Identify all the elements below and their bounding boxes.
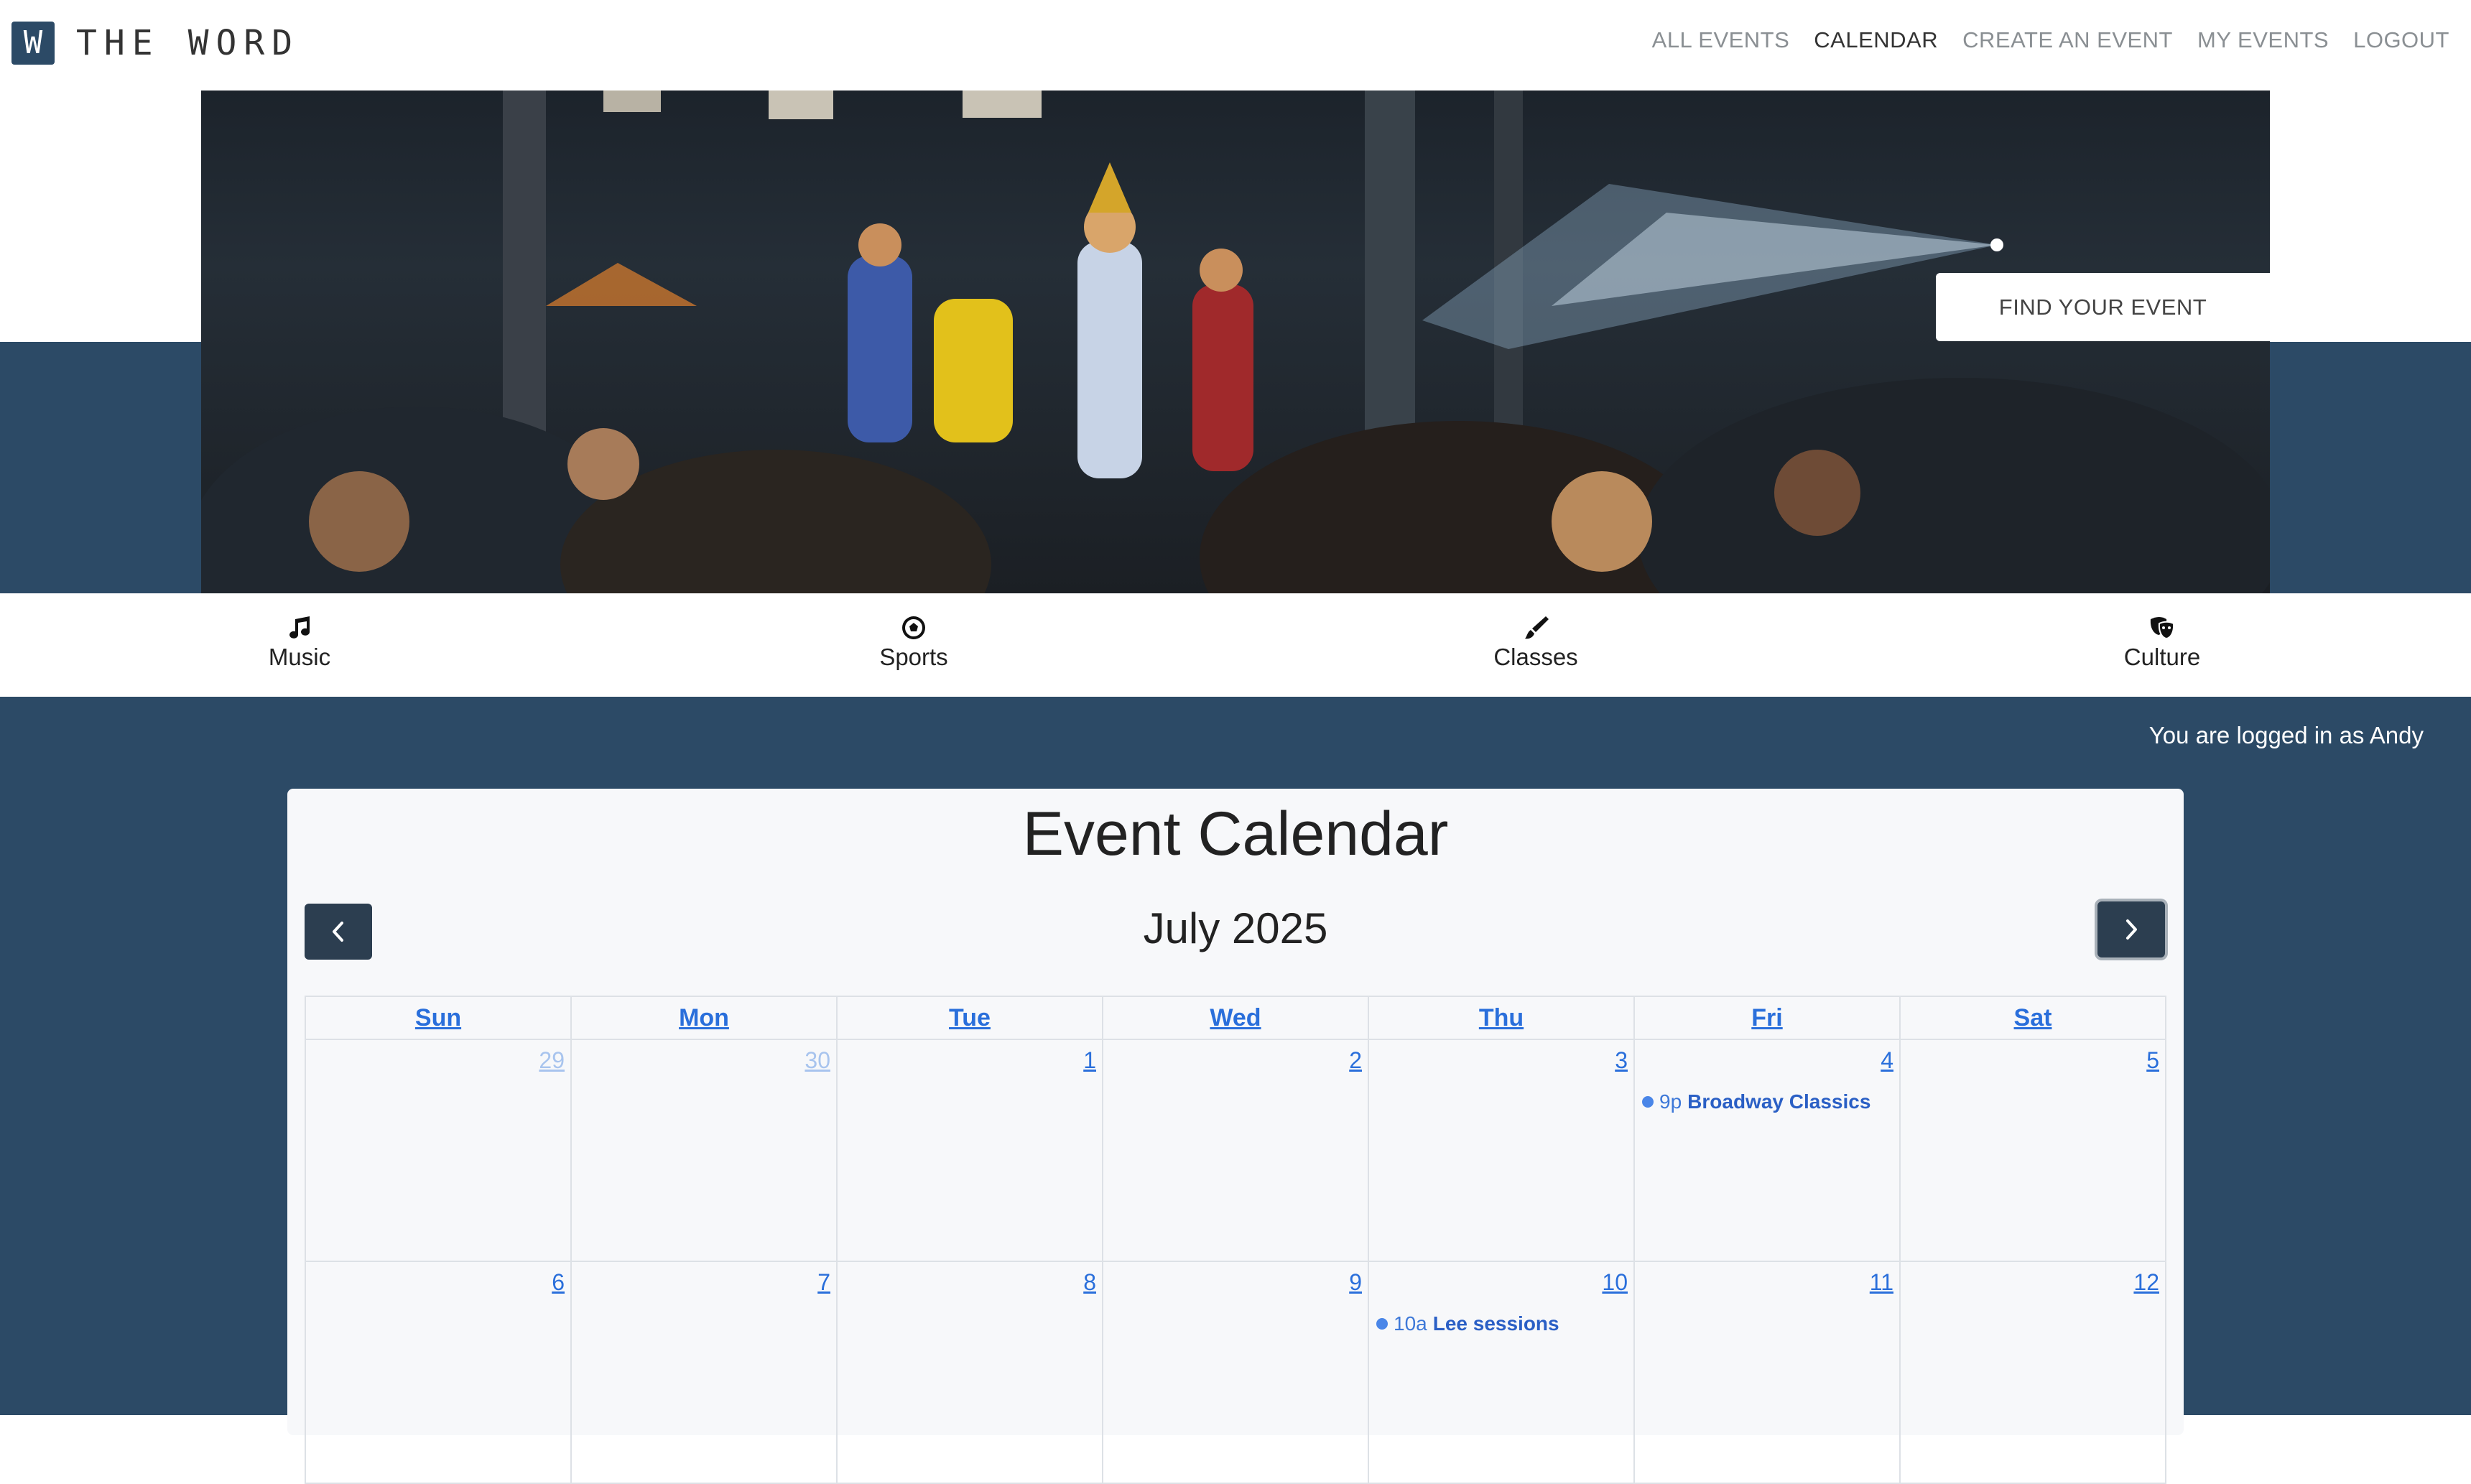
day-number[interactable]: 1 bbox=[1083, 1047, 1096, 1074]
category-music-label: Music bbox=[268, 644, 331, 670]
brand[interactable]: W THE WORD bbox=[11, 22, 300, 65]
weekday-sat[interactable]: Sat bbox=[1899, 996, 2166, 1040]
day-number[interactable]: 3 bbox=[1615, 1047, 1628, 1074]
login-status: You are logged in as Andy bbox=[2148, 722, 2424, 748]
day-number[interactable]: 2 bbox=[1349, 1047, 1362, 1074]
calendar-title: Event Calendar bbox=[1022, 799, 1449, 868]
day-number[interactable]: 7 bbox=[817, 1269, 830, 1296]
day-cell[interactable]: 10 10a Lee sessions bbox=[1368, 1261, 1635, 1484]
category-bar: Music Sports Classes Culture bbox=[0, 593, 2471, 697]
day-cell[interactable]: 12 bbox=[1899, 1261, 2166, 1484]
find-your-event-button[interactable]: FIND YOUR EVENT bbox=[1936, 273, 2270, 341]
day-number[interactable]: 30 bbox=[805, 1047, 830, 1074]
weekday-fri[interactable]: Fri bbox=[1633, 996, 1901, 1040]
calendar-month: July 2025 bbox=[1143, 904, 1328, 952]
weekday-thu[interactable]: Thu bbox=[1368, 996, 1635, 1040]
day-cell[interactable]: 5 bbox=[1899, 1039, 2166, 1262]
category-classes-label: Classes bbox=[1493, 644, 1578, 670]
nav-logout[interactable]: LOGOUT bbox=[2353, 27, 2449, 53]
week-row: 6 7 8 9 10 10a Lee sessions 11 12 bbox=[305, 1261, 2166, 1484]
calendar-card: Event Calendar July 2025 Sun Mon Tue Wed… bbox=[287, 789, 2184, 1484]
hero-concert-illustration bbox=[201, 91, 2270, 593]
category-music[interactable]: Music bbox=[192, 613, 407, 671]
week-row: 29 30 1 2 3 4 9p Broadway Classics 5 bbox=[305, 1039, 2166, 1262]
brand-logo[interactable]: W bbox=[11, 22, 55, 65]
event-dot-icon bbox=[1642, 1096, 1654, 1108]
day-number[interactable]: 5 bbox=[2146, 1047, 2159, 1074]
event-title[interactable]: Lee sessions bbox=[1433, 1312, 1559, 1335]
weekday-header-row: Sun Mon Tue Wed Thu Fri Sat bbox=[305, 996, 2166, 1040]
paintbrush-icon bbox=[1428, 613, 1644, 642]
weekday-mon[interactable]: Mon bbox=[570, 996, 838, 1040]
theater-masks-icon bbox=[2054, 613, 2270, 642]
day-number[interactable]: 6 bbox=[552, 1269, 565, 1296]
day-number[interactable]: 9 bbox=[1349, 1269, 1362, 1296]
day-number[interactable]: 10 bbox=[1602, 1269, 1628, 1296]
hero-image bbox=[201, 91, 2270, 593]
day-cell[interactable]: 29 bbox=[305, 1039, 572, 1262]
day-number[interactable]: 12 bbox=[2133, 1269, 2159, 1296]
site-header: W THE WORD ALL EVENTS CALENDAR CREATE AN… bbox=[0, 0, 2471, 91]
event-time: 9p bbox=[1659, 1090, 1682, 1113]
chevron-left-icon bbox=[333, 922, 343, 942]
day-cell[interactable]: 8 bbox=[836, 1261, 1103, 1484]
day-cell[interactable]: 3 bbox=[1368, 1039, 1635, 1262]
calendar-event[interactable]: 10a Lee sessions bbox=[1376, 1312, 1559, 1335]
day-number[interactable]: 8 bbox=[1083, 1269, 1096, 1296]
event-time: 10a bbox=[1394, 1312, 1427, 1335]
weekday-wed[interactable]: Wed bbox=[1102, 996, 1369, 1040]
day-cell[interactable]: 9 bbox=[1102, 1261, 1369, 1484]
weekday-sun[interactable]: Sun bbox=[305, 996, 572, 1040]
day-number[interactable]: 11 bbox=[1870, 1269, 1893, 1296]
nav-my-events[interactable]: MY EVENTS bbox=[2197, 27, 2329, 53]
prev-month-button[interactable] bbox=[305, 904, 372, 960]
calendar-event[interactable]: 9p Broadway Classics bbox=[1642, 1090, 1870, 1113]
category-classes[interactable]: Classes bbox=[1428, 613, 1644, 671]
brand-name[interactable]: THE WORD bbox=[76, 23, 300, 63]
day-number[interactable]: 29 bbox=[539, 1047, 565, 1074]
event-title[interactable]: Broadway Classics bbox=[1687, 1090, 1870, 1113]
day-cell[interactable]: 4 9p Broadway Classics bbox=[1633, 1039, 1901, 1262]
next-month-button[interactable] bbox=[2097, 901, 2165, 957]
day-cell[interactable]: 7 bbox=[570, 1261, 838, 1484]
category-sports[interactable]: Sports bbox=[806, 613, 1021, 671]
category-culture[interactable]: Culture bbox=[2054, 613, 2270, 671]
day-cell[interactable]: 1 bbox=[836, 1039, 1103, 1262]
day-cell[interactable]: 30 bbox=[570, 1039, 838, 1262]
day-cell[interactable]: 11 bbox=[1633, 1261, 1901, 1484]
music-note-icon bbox=[192, 613, 407, 642]
weekday-tue[interactable]: Tue bbox=[836, 996, 1103, 1040]
soccer-ball-icon bbox=[806, 613, 1021, 642]
chevron-right-icon bbox=[2126, 919, 2137, 940]
day-number[interactable]: 4 bbox=[1881, 1047, 1893, 1074]
nav-all-events[interactable]: ALL EVENTS bbox=[1652, 27, 1790, 53]
event-dot-icon bbox=[1376, 1318, 1388, 1330]
category-sports-label: Sports bbox=[879, 644, 948, 670]
nav-calendar[interactable]: CALENDAR bbox=[1814, 27, 1938, 53]
day-cell[interactable]: 6 bbox=[305, 1261, 572, 1484]
main-nav: ALL EVENTS CALENDAR CREATE AN EVENT MY E… bbox=[1652, 27, 2449, 53]
calendar-grid: Sun Mon Tue Wed Thu Fri Sat 29 30 1 2 3 … bbox=[305, 996, 2166, 1484]
day-cell[interactable]: 2 bbox=[1102, 1039, 1369, 1262]
nav-create-event[interactable]: CREATE AN EVENT bbox=[1962, 27, 2173, 53]
category-culture-label: Culture bbox=[2123, 644, 2201, 670]
